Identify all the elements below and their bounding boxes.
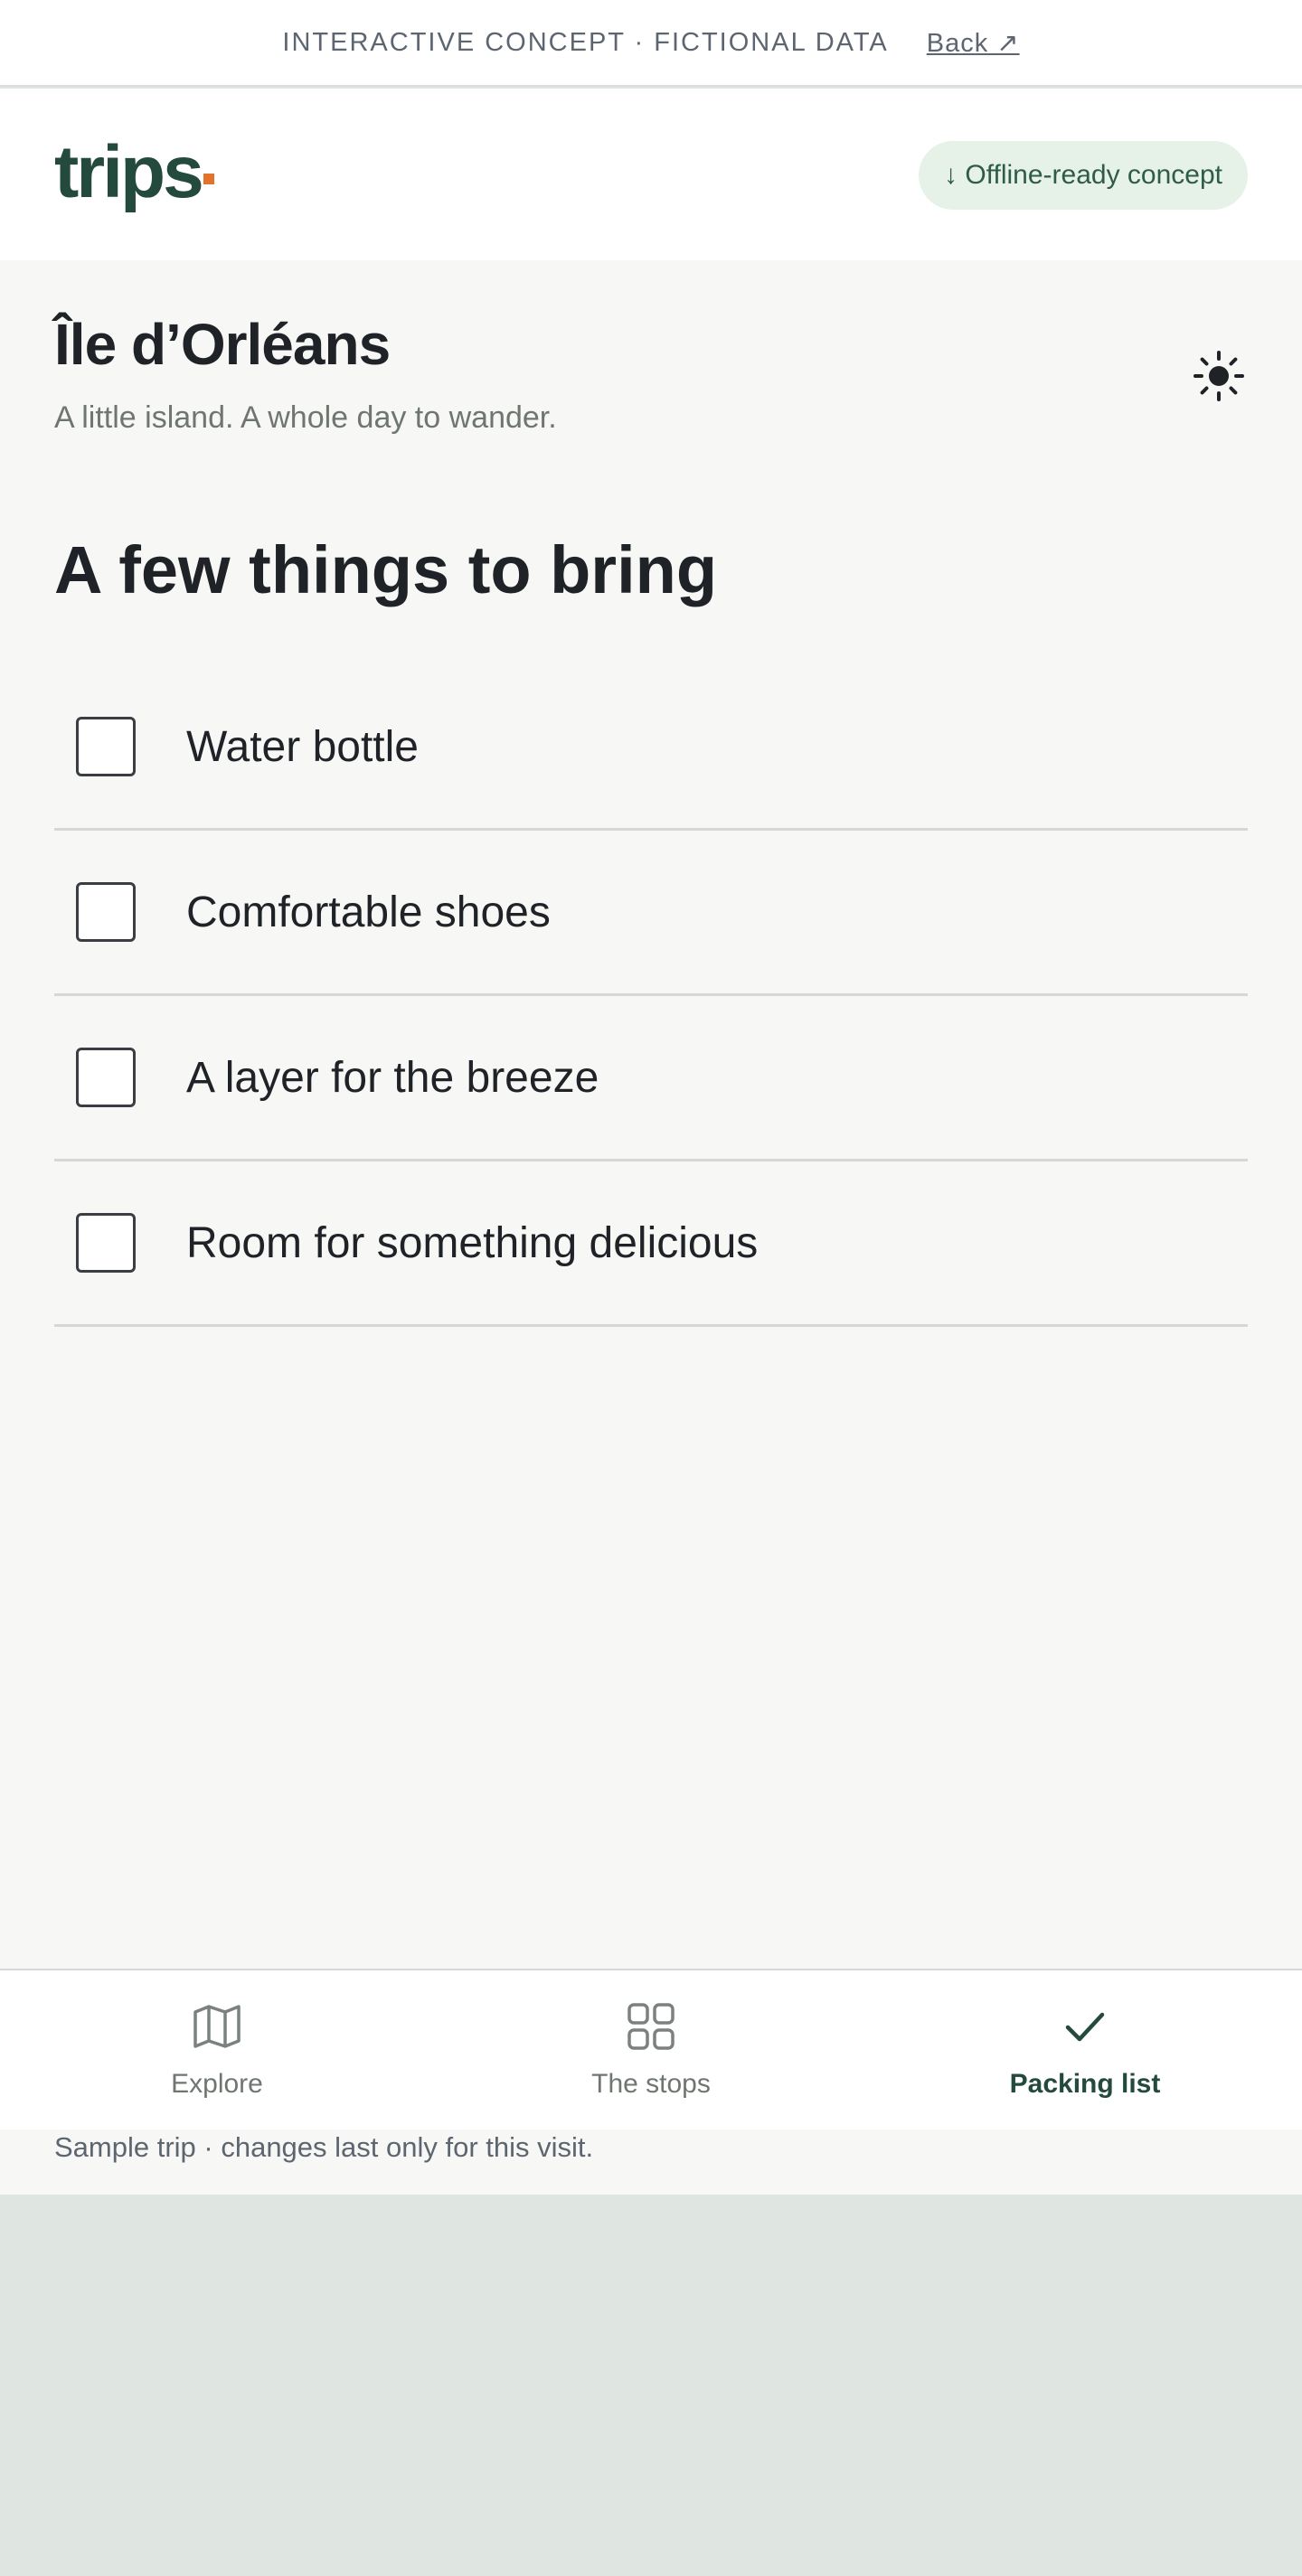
concept-note: INTERACTIVE CONCEPT · FICTIONAL DATA: [282, 27, 889, 57]
bottom-tab-bar: Explore The stops Packing list: [0, 1969, 1302, 2129]
packing-item-label: A layer for the breeze: [186, 1053, 599, 1102]
offline-badge-label: ↓ Offline-ready concept: [944, 160, 1222, 190]
packing-item[interactable]: A layer for the breeze: [54, 996, 1248, 1161]
footer: Sample trip · changes last only for this…: [0, 2129, 1302, 2195]
offline-badge: ↓ Offline-ready concept: [919, 141, 1248, 210]
back-link[interactable]: Back ↗: [927, 27, 1020, 59]
app-header: trips ↓ Offline-ready concept: [0, 89, 1302, 260]
item-checkbox[interactable]: [76, 1048, 136, 1107]
grid-icon: [627, 2003, 675, 2050]
footer-note: Sample trip · changes last only for this…: [54, 2131, 594, 2163]
item-checkbox[interactable]: [76, 882, 136, 942]
tab-the-stops[interactable]: The stops: [434, 1970, 868, 2129]
item-checkbox[interactable]: [76, 717, 136, 776]
sun-icon: [1194, 351, 1244, 401]
item-checkbox[interactable]: [76, 1213, 136, 1273]
packing-item[interactable]: Comfortable shoes: [54, 831, 1248, 996]
tab-packing-list-label: Packing list: [1009, 2069, 1161, 2099]
tab-the-stops-label: The stops: [591, 2069, 711, 2099]
packing-item[interactable]: Water bottle: [54, 665, 1248, 831]
main-content: Île d’Orléans A little island. A whole d…: [0, 260, 1302, 1970]
place-title: Île d’Orléans: [54, 312, 391, 377]
map-icon: [193, 2005, 241, 2048]
packing-item[interactable]: Room for something delicious: [54, 1161, 1248, 1327]
packing-item-label: Comfortable shoes: [186, 888, 551, 936]
theme-toggle-button[interactable]: [1186, 343, 1251, 409]
concept-banner: INTERACTIVE CONCEPT · FICTIONAL DATA Bac…: [0, 0, 1302, 87]
logo-dot: [203, 174, 214, 184]
check-icon: [1065, 2012, 1105, 2042]
packing-section-title: A few things to bring: [54, 532, 718, 607]
place-subtitle: A little island. A whole day to wander.: [54, 400, 557, 435]
trips-logo[interactable]: trips: [54, 136, 214, 210]
tab-explore[interactable]: Explore: [0, 1970, 434, 2129]
packing-list: Water bottle Comfortable shoes A layer f…: [54, 665, 1248, 1327]
logo-text: trips: [54, 131, 204, 213]
tab-packing-list[interactable]: Packing list: [868, 1970, 1302, 2129]
tab-explore-label: Explore: [171, 2069, 263, 2099]
packing-item-label: Room for something delicious: [186, 1218, 759, 1267]
packing-item-label: Water bottle: [186, 722, 419, 771]
